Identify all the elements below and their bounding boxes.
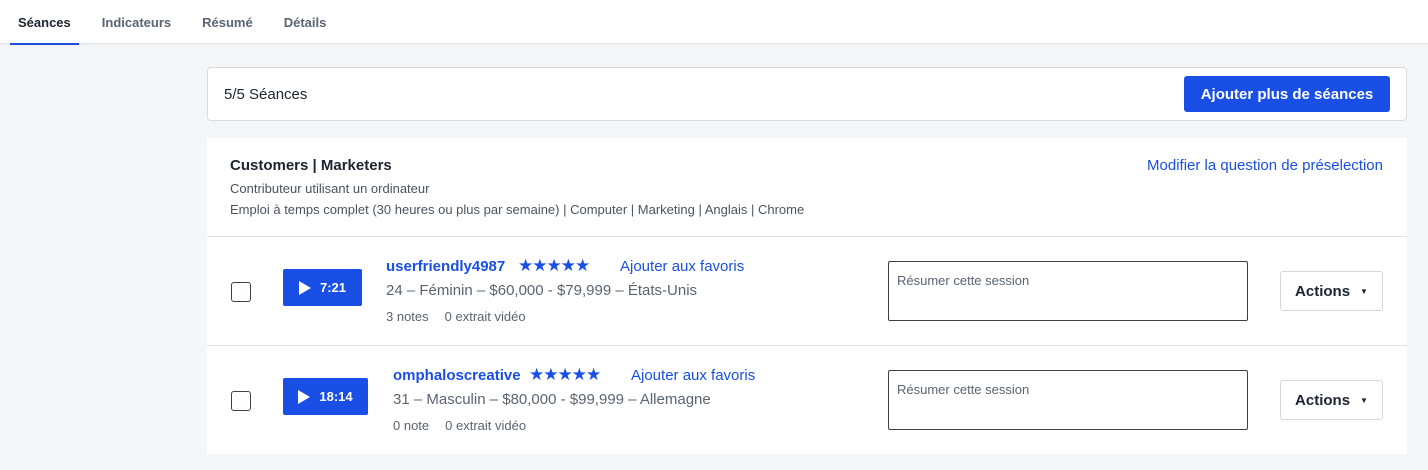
audience-criteria: Emploi à temps complet (30 heures ou plu… xyxy=(230,202,805,217)
session-checkbox[interactable] xyxy=(231,282,251,302)
add-sessions-button[interactable]: Ajouter plus de séances xyxy=(1184,76,1390,112)
actions-label: Actions xyxy=(1295,391,1351,409)
clips-count: 0 extrait vidéo xyxy=(445,418,527,433)
audience-header: Customers | Marketers Contributeur utili… xyxy=(207,138,1407,237)
tab-resume[interactable]: Résumé xyxy=(194,0,261,44)
video-duration: 7:21 xyxy=(319,280,347,295)
caret-down-icon: ▼ xyxy=(1360,395,1368,405)
session-row: 7:21 userfriendly4987 ★★★★★ Ajouter aux … xyxy=(207,237,1407,346)
rating-stars-icon: ★★★★★ xyxy=(518,256,590,275)
clips-count: 0 extrait vidéo xyxy=(444,309,526,324)
tab-seances[interactable]: Séances xyxy=(10,0,79,45)
notes-count: 0 note xyxy=(393,418,430,433)
participant-demographics: 31 – Masculin – $80,000 - $99,999 – Alle… xyxy=(393,391,711,408)
session-row: 18:14 omphaloscreative ★★★★★ Ajouter aux… xyxy=(207,346,1407,455)
play-video-button[interactable]: 18:14 xyxy=(283,378,368,415)
participant-username[interactable]: omphaloscreative xyxy=(393,367,521,384)
audience-title: Customers | Marketers xyxy=(230,157,392,174)
play-video-button[interactable]: 7:21 xyxy=(283,269,362,306)
caret-down-icon: ▼ xyxy=(1360,286,1368,296)
session-summary-input[interactable] xyxy=(888,261,1248,321)
participant-username[interactable]: userfriendly4987 xyxy=(386,258,505,275)
sessions-count: 5/5 Séances xyxy=(224,86,308,103)
add-favorite-link[interactable]: Ajouter aux favoris xyxy=(620,258,744,275)
add-favorite-link[interactable]: Ajouter aux favoris xyxy=(631,367,755,384)
notes-count: 3 notes xyxy=(386,309,429,324)
tab-details[interactable]: Détails xyxy=(276,0,335,44)
session-meta: 3 notes 0 extrait vidéo xyxy=(386,309,526,324)
tab-indicateurs[interactable]: Indicateurs xyxy=(94,0,179,44)
actions-dropdown-button[interactable]: Actions ▼ xyxy=(1280,380,1383,420)
session-checkbox[interactable] xyxy=(231,391,251,411)
sessions-panel: Customers | Marketers Contributeur utili… xyxy=(207,138,1407,454)
play-icon xyxy=(298,389,311,404)
play-icon xyxy=(298,280,311,295)
actions-dropdown-button[interactable]: Actions ▼ xyxy=(1280,271,1383,311)
participant-demographics: 24 – Féminin – $60,000 - $79,999 – États… xyxy=(386,282,698,299)
tab-list: Séances Indicateurs Résumé Détails xyxy=(10,0,341,45)
sessions-counter-card: 5/5 Séances Ajouter plus de séances xyxy=(207,67,1407,121)
audience-subtitle: Contributeur utilisant un ordinateur xyxy=(230,181,430,196)
video-duration: 18:14 xyxy=(319,389,353,404)
session-summary-input[interactable] xyxy=(888,370,1248,430)
rating-stars-icon: ★★★★★ xyxy=(529,365,601,384)
actions-label: Actions xyxy=(1295,282,1351,300)
tab-bar: Séances Indicateurs Résumé Détails xyxy=(0,0,1428,45)
edit-screener-link[interactable]: Modifier la question de préselection xyxy=(1147,157,1383,174)
session-meta: 0 note 0 extrait vidéo xyxy=(393,418,526,433)
